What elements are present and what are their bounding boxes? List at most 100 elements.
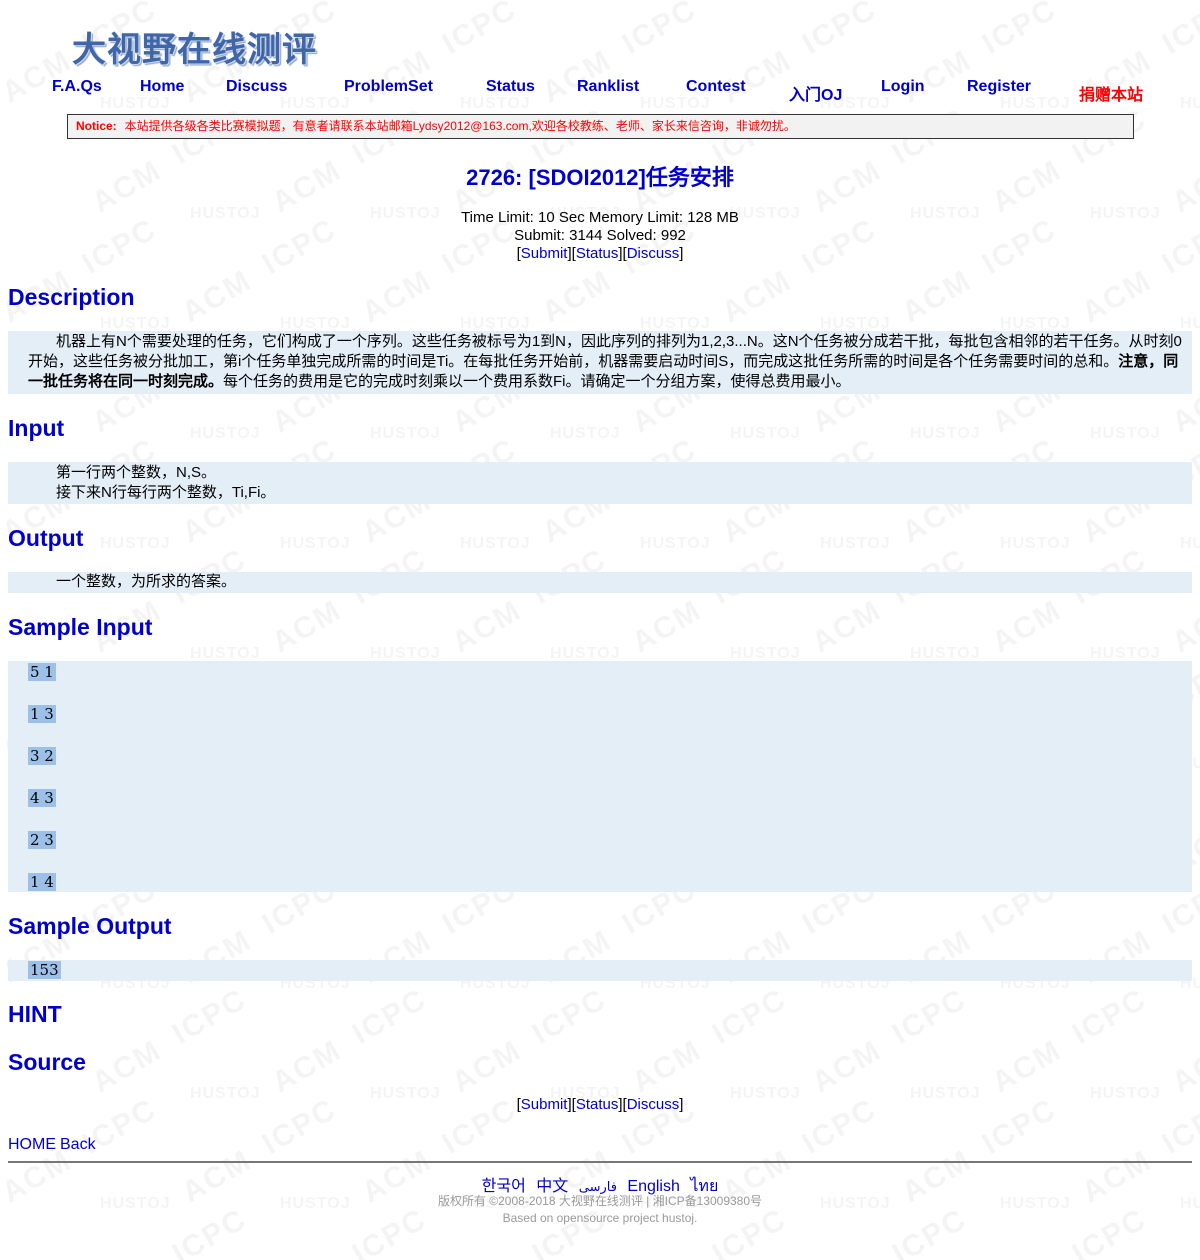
sample-input-line: 3 2 — [28, 747, 56, 765]
watermark-acm: ACM — [86, 1034, 167, 1101]
submit-link[interactable]: Submit — [521, 245, 568, 262]
watermark-hustoj: HUSTOJ — [100, 535, 171, 553]
sample-input-line: 2 3 — [28, 831, 56, 849]
watermark-acm: ACM — [1166, 594, 1200, 661]
watermark-hustoj: HUSTOJ — [370, 425, 441, 443]
nav-donate[interactable]: 捐赠本站 — [1079, 81, 1143, 105]
watermark-acm: ACM — [806, 1254, 887, 1260]
back-link[interactable]: Back — [60, 1136, 96, 1153]
watermark-icpc: ICPC — [707, 982, 793, 1051]
watermark-icpc: ICPC — [167, 982, 253, 1051]
bottom-submit-link[interactable]: Submit — [521, 1096, 568, 1113]
watermark-hustoj: HUSTOJ — [460, 535, 531, 553]
watermark-acm: ACM — [446, 1034, 527, 1101]
notice-bar: Notice: 本站提供各级各类比赛模拟题，有意者请联系本站邮箱Lydsy2012… — [67, 114, 1134, 139]
watermark-icpc: ICPC — [617, 0, 703, 62]
watermark-acm: ACM — [806, 594, 887, 661]
input-text: 第一行两个整数，N,S。 接下来N行每行两个整数，Ti,Fi。 — [56, 464, 276, 501]
main-nav: F.A.Qs Home Discuss ProblemSet Status Ra… — [0, 78, 1200, 106]
watermark-acm: ACM — [1076, 264, 1157, 331]
sample-input-line: 4 3 — [28, 789, 56, 807]
watermark-hustoj: HUSTOJ — [730, 425, 801, 443]
bottom-problem-links: [Submit][Status][Discuss] — [516, 1096, 684, 1113]
bottom-status-link[interactable]: Status — [576, 1096, 619, 1113]
nav-ranklist[interactable]: Ranklist — [577, 78, 639, 96]
watermark-icpc: ICPC — [887, 982, 973, 1051]
input-heading: Input — [8, 415, 65, 441]
sample-input-line: 5 1 — [28, 663, 56, 681]
watermark-acm: ACM — [176, 264, 257, 331]
home-link[interactable]: HOME — [8, 1136, 56, 1153]
watermark-acm: ACM — [806, 1034, 887, 1101]
description-text: 机器上有N个需要处理的任务，它们构成了一个序列。这些任务被标号为1到N，因此序列… — [28, 333, 1182, 390]
watermark-hustoj: HUSTOJ — [550, 425, 621, 443]
status-link[interactable]: Status — [576, 245, 619, 262]
watermark-icpc: ICPC — [527, 982, 613, 1051]
watermark-hustoj: HUSTOJ — [1000, 535, 1071, 553]
watermark-acm: ACM — [446, 1254, 527, 1260]
watermark-hustoj: HUSTOJ — [190, 425, 261, 443]
sample-input-line: 1 4 — [28, 873, 56, 891]
watermark-hustoj: HUSTOJ — [1180, 535, 1200, 553]
watermark-icpc: ICPC — [1067, 982, 1153, 1051]
notice-label: Notice: — [76, 119, 117, 133]
nav-login[interactable]: Login — [881, 78, 925, 96]
watermark-acm: ACM — [356, 264, 437, 331]
output-heading: Output — [8, 525, 84, 551]
watermark-acm: ACM — [266, 1254, 347, 1260]
output-box: 一个整数，为所求的答案。 — [8, 572, 1192, 593]
based-on-text: Based on opensource project hustoj. — [502, 1211, 698, 1225]
sample-output-value: 153 — [28, 961, 61, 979]
watermark-icpc: ICPC — [1157, 0, 1200, 62]
nav-status[interactable]: Status — [486, 78, 535, 96]
problem-links: [Submit][Status][Discuss] — [516, 245, 684, 262]
sample-input-heading: Sample Input — [8, 614, 153, 640]
watermark-acm: ACM — [716, 264, 797, 331]
watermark-acm: ACM — [1166, 1254, 1200, 1260]
sample-input-box: 5 1 1 3 3 2 4 3 2 3 1 4 — [8, 661, 1192, 892]
bottom-discuss-link[interactable]: Discuss — [627, 1096, 680, 1113]
footer-divider — [8, 1161, 1192, 1163]
hint-heading: HINT — [8, 1001, 62, 1027]
input-box: 第一行两个整数，N,S。 接下来N行每行两个整数，Ti,Fi。 — [8, 462, 1192, 504]
watermark-acm: ACM — [1166, 1034, 1200, 1101]
problem-stats: Submit: 3144 Solved: 992 — [514, 227, 686, 244]
watermark-hustoj: HUSTOJ — [1090, 425, 1161, 443]
source-heading: Source — [8, 1049, 86, 1075]
nav-register[interactable]: Register — [967, 78, 1031, 96]
watermark-icpc: ICPC — [437, 0, 523, 62]
sample-output-heading: Sample Output — [8, 913, 172, 939]
home-back-links: HOME Back — [8, 1136, 100, 1154]
description-box: 机器上有N个需要处理的任务，它们构成了一个序列。这些任务被标号为1到N，因此序列… — [8, 331, 1192, 394]
watermark-icpc: ICPC — [797, 0, 883, 62]
watermark-icpc: ICPC — [977, 0, 1063, 62]
discuss-link[interactable]: Discuss — [627, 245, 680, 262]
watermark-hustoj: HUSTOJ — [280, 535, 351, 553]
watermark-acm: ACM — [266, 1034, 347, 1101]
lang-farsi[interactable]: فارسی — [579, 1179, 617, 1194]
watermark-acm: ACM — [536, 264, 617, 331]
problem-limits: Time Limit: 10 Sec Memory Limit: 128 MB — [461, 209, 739, 226]
watermark-acm: ACM — [986, 594, 1067, 661]
sample-output-box: 153 — [8, 960, 1192, 981]
description-heading: Description — [8, 284, 135, 310]
nav-home[interactable]: Home — [140, 78, 184, 96]
watermark-hustoj: HUSTOJ — [910, 425, 981, 443]
problem-title: 2726: [SDOI2012]任务安排 — [466, 165, 734, 190]
nav-discuss[interactable]: Discuss — [226, 78, 287, 96]
watermark-hustoj: HUSTOJ — [820, 535, 891, 553]
watermark-acm: ACM — [266, 594, 347, 661]
footer: 版权所有 ©2008-2018 大视野在线测评 | 湘ICP备13009380号… — [0, 1193, 1200, 1227]
nav-faq[interactable]: F.A.Qs — [52, 78, 102, 96]
problem-meta: Time Limit: 10 Sec Memory Limit: 128 MB … — [0, 209, 1200, 263]
watermark-acm: ACM — [626, 1254, 707, 1260]
notice-text: 本站提供各级各类比赛模拟题，有意者请联系本站邮箱Lydsy2012@163.co… — [124, 119, 796, 133]
nav-intro-oj[interactable]: 入门OJ — [789, 81, 842, 105]
watermark-acm: ACM — [986, 1254, 1067, 1260]
watermark-acm: ACM — [626, 1034, 707, 1101]
watermark-icpc: ICPC — [347, 982, 433, 1051]
watermark-acm: ACM — [86, 1254, 167, 1260]
copyright-text: 版权所有 ©2008-2018 大视野在线测评 | 湘ICP备13009380号 — [437, 1194, 763, 1208]
nav-problemset[interactable]: ProblemSet — [344, 78, 433, 96]
nav-contest[interactable]: Contest — [686, 78, 746, 96]
